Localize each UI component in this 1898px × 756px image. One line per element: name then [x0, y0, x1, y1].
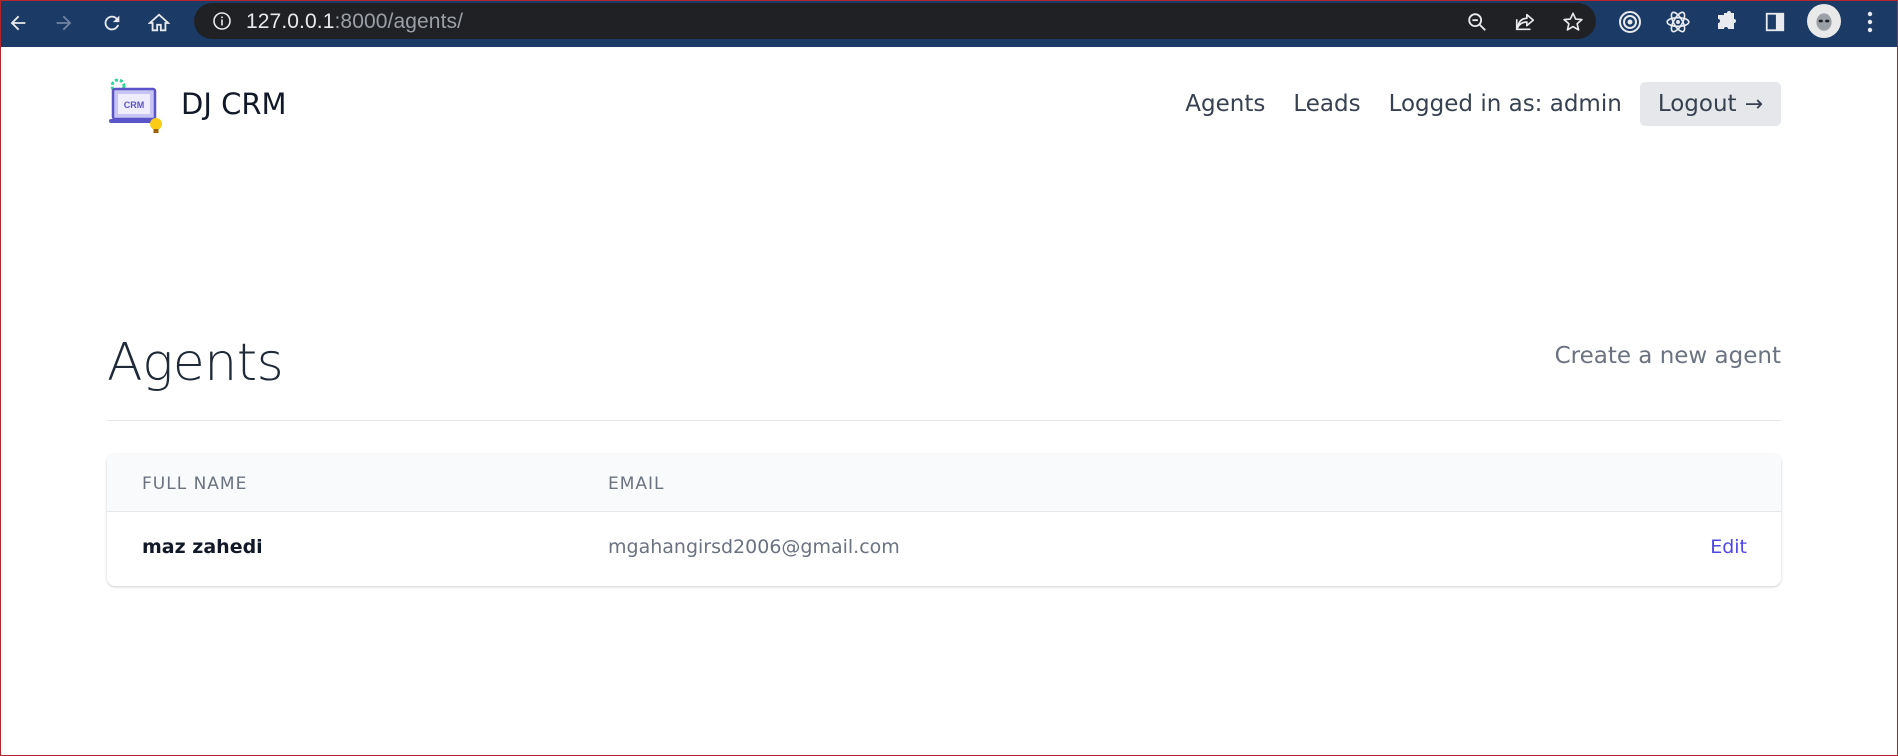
share-icon[interactable]: [1512, 9, 1538, 35]
column-header-full-name: FULL NAME: [142, 474, 248, 494]
extensions-puzzle-icon[interactable]: [1712, 7, 1742, 37]
column-header-email: EMAIL: [608, 474, 665, 494]
crm-logo-icon[interactable]: CRM: [107, 77, 165, 135]
profile-avatar-icon[interactable]: [1807, 4, 1841, 38]
table-row: maz zahedi mgahangirsd2006@gmail.com Edi…: [107, 512, 1781, 586]
agents-table: FULL NAME EMAIL maz zahedi mgahangirsd20…: [107, 454, 1781, 586]
address-bar[interactable]: 127.0.0.1:8000/agents/: [194, 3, 1596, 39]
browser-toolbar: 127.0.0.1:8000/agents/: [1, 1, 1897, 47]
logout-button[interactable]: Logout →: [1639, 82, 1781, 126]
zoom-icon[interactable]: [1464, 9, 1490, 35]
edit-agent-link[interactable]: Edit: [1710, 536, 1747, 558]
nav-leads-link[interactable]: Leads: [1293, 91, 1360, 117]
url-path: :8000/agents/: [334, 10, 464, 33]
url-host: 127.0.0.1: [246, 10, 335, 33]
agent-email: mgahangirsd2006@gmail.com: [608, 536, 900, 558]
logged-in-status: Logged in as: admin: [1388, 91, 1622, 117]
reload-icon[interactable]: [95, 6, 129, 40]
back-icon[interactable]: [1, 6, 35, 40]
browser-window: 127.0.0.1:8000/agents/ CRM DJ CRM Agents…: [0, 0, 1898, 756]
main-nav: Agents Leads Logged in as: admin Logout …: [1185, 82, 1781, 126]
forward-icon[interactable]: [47, 6, 81, 40]
page-title: Agents: [107, 333, 284, 393]
nav-agents-link[interactable]: Agents: [1185, 91, 1265, 117]
table-header: FULL NAME EMAIL: [107, 454, 1781, 512]
logo-text: CRM: [124, 100, 145, 110]
url-text: 127.0.0.1:8000/agents/: [246, 10, 463, 34]
react-devtools-icon[interactable]: [1663, 7, 1693, 37]
agent-full-name: maz zahedi: [142, 536, 263, 558]
site-header: CRM DJ CRM Agents Leads Logged in as: ad…: [107, 71, 1781, 141]
home-icon[interactable]: [142, 6, 176, 40]
page-title-row: Agents Create a new agent: [107, 321, 1781, 421]
site-info-icon[interactable]: [212, 11, 232, 31]
extension-target-icon[interactable]: [1615, 7, 1645, 37]
brand-name[interactable]: DJ CRM: [181, 87, 287, 121]
bookmark-star-icon[interactable]: [1560, 9, 1586, 35]
arrow-right-icon: →: [1744, 91, 1763, 117]
side-panel-icon[interactable]: [1760, 7, 1790, 37]
create-agent-link[interactable]: Create a new agent: [1555, 343, 1781, 369]
logout-label: Logout: [1657, 91, 1737, 117]
browser-menu-icon[interactable]: [1855, 7, 1885, 37]
